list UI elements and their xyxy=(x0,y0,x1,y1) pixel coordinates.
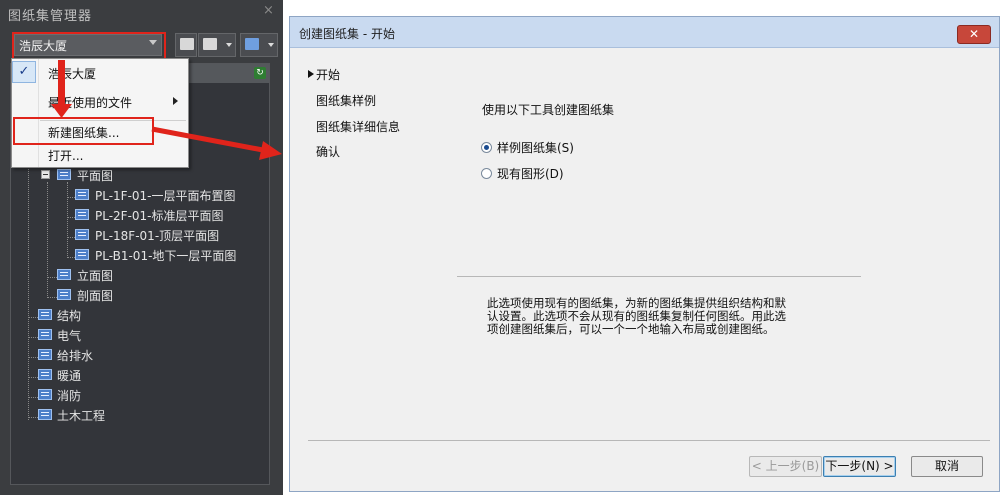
tree-sheet[interactable]: PL-2F-01-标准层平面图 xyxy=(75,206,265,224)
subset-icon xyxy=(38,389,52,400)
subset-icon xyxy=(38,329,52,340)
tree-node-label: 暖通 xyxy=(57,369,82,383)
step-confirm[interactable]: 确认 xyxy=(316,143,340,160)
tree-line xyxy=(47,182,48,298)
divider xyxy=(457,276,861,277)
option-label: 样例图纸集(S) xyxy=(497,141,574,155)
chevron-down-icon xyxy=(268,43,274,47)
publish-icon xyxy=(180,38,194,50)
current-step-pointer-icon xyxy=(308,70,314,78)
dialog-close-button[interactable]: ✕ xyxy=(957,25,991,44)
tree-node-label: 给排水 xyxy=(57,349,94,363)
tree-sheet[interactable]: PL-1F-01-一层平面布置图 xyxy=(75,186,265,204)
create-sheet-set-dialog: 创建图纸集 - 开始 ✕ 开始 图纸集样例 图纸集详细信息 确认 使用以下工具创… xyxy=(289,16,1000,492)
printer-icon xyxy=(203,38,217,50)
step-sheet-set-details[interactable]: 图纸集详细信息 xyxy=(316,118,400,135)
tree-node-plan[interactable]: 平面图 xyxy=(39,166,239,184)
tree-sheet-label: PL-2F-01-标准层平面图 xyxy=(95,209,224,223)
view-options-button[interactable] xyxy=(240,33,278,57)
subset-icon xyxy=(38,309,52,320)
description-line: 项创建图纸集后，可以一个一个地输入布局或创建图纸。 xyxy=(487,322,775,336)
submenu-arrow-icon xyxy=(173,97,178,105)
tree-node-label: 平面图 xyxy=(77,169,114,183)
menu-item-open[interactable]: 打开... xyxy=(12,143,188,165)
step-sheet-set-example[interactable]: 图纸集样例 xyxy=(316,92,376,109)
tree-view-icon xyxy=(245,38,259,50)
sheet-icon xyxy=(75,249,89,260)
plot-button[interactable] xyxy=(198,33,236,57)
tree-node-discipline[interactable]: 给排水 xyxy=(36,346,186,364)
divider xyxy=(308,440,990,441)
tree-node-discipline[interactable]: 结构 xyxy=(36,306,186,324)
palette-title: 图纸集管理器 xyxy=(8,9,93,24)
tree-sheet-label: PL-1F-01-一层平面布置图 xyxy=(95,189,236,203)
sheet-icon xyxy=(75,189,89,200)
tree-node-label: 消防 xyxy=(57,389,82,403)
tree-node-label: 土木工程 xyxy=(57,409,106,423)
tree-node-label: 结构 xyxy=(57,309,82,323)
menu-item-label: 打开... xyxy=(48,149,84,163)
step-begin[interactable]: 开始 xyxy=(316,66,340,83)
tree-node-section[interactable]: 剖面图 xyxy=(55,286,205,304)
combo-highlight-box xyxy=(12,32,166,60)
tree-node-discipline[interactable]: 电气 xyxy=(36,326,186,344)
option-description: 此选项使用现有的图纸集，为新的图纸集提供组织结构和默 认设置。此选项不会从现有的… xyxy=(487,297,827,336)
dialog-heading: 使用以下工具创建图纸集 xyxy=(482,103,615,117)
back-button[interactable]: < 上一步(B) xyxy=(749,456,822,477)
dialog-titlebar: 创建图纸集 - 开始 ✕ xyxy=(290,17,999,48)
publish-button[interactable] xyxy=(175,33,197,57)
new-sheet-set-highlight-box xyxy=(13,117,154,145)
option-sample-sheet-set[interactable]: 样例图纸集(S) xyxy=(480,139,680,157)
menu-item-label: 浩辰大厦 xyxy=(48,67,97,81)
tree-sheet[interactable]: PL-B1-01-地下一层平面图 xyxy=(75,246,265,264)
subset-icon xyxy=(38,369,52,380)
tree-node-discipline[interactable]: 暖通 xyxy=(36,366,186,384)
tree-node-label: 立面图 xyxy=(77,269,114,283)
palette-close-icon[interactable]: × xyxy=(263,3,274,18)
tree-node-discipline[interactable]: 消防 xyxy=(36,386,186,404)
sheet-set-context-menu: ✓ 浩辰大厦 最近使用的文件 新建图纸集... 打开... xyxy=(11,58,189,168)
tree-node-label: 电气 xyxy=(57,329,82,343)
tree-node-discipline[interactable]: 土木工程 xyxy=(36,406,186,424)
option-label: 现有图形(D) xyxy=(497,167,564,181)
subset-icon xyxy=(38,349,52,360)
menu-item-label: 最近使用的文件 xyxy=(48,96,133,110)
radio-selected-icon[interactable] xyxy=(481,142,492,153)
tree-node-label: 剖面图 xyxy=(77,289,114,303)
checkmark-icon: ✓ xyxy=(12,61,36,83)
chevron-down-icon xyxy=(226,43,232,47)
subset-icon xyxy=(57,289,71,300)
menu-item-recent-files[interactable]: 最近使用的文件 xyxy=(12,90,188,112)
refresh-icon[interactable]: ↻ xyxy=(254,67,266,79)
menu-item-current-set[interactable]: ✓ 浩辰大厦 xyxy=(12,61,188,83)
subset-icon xyxy=(38,409,52,420)
subset-icon xyxy=(57,269,71,280)
cancel-button[interactable]: 取消 xyxy=(911,456,983,477)
tree-sheet-label: PL-B1-01-地下一层平面图 xyxy=(95,249,237,263)
sheet-icon xyxy=(75,229,89,240)
option-existing-drawings[interactable]: 现有图形(D) xyxy=(480,165,680,183)
collapse-icon[interactable] xyxy=(41,170,50,179)
tree-line xyxy=(67,182,68,256)
dialog-title: 创建图纸集 - 开始 xyxy=(299,27,395,41)
tree-sheet[interactable]: PL-18F-01-顶层平面图 xyxy=(75,226,265,244)
next-button[interactable]: 下一步(N) > xyxy=(823,456,896,477)
tree-node-elevation[interactable]: 立面图 xyxy=(55,266,205,284)
radio-empty-icon[interactable] xyxy=(481,168,492,179)
sheet-set-manager-palette: 图纸集管理器 × 浩辰大厦 ↻ 平面图 PL-1F-01-一层平面布置图 PL-… xyxy=(0,0,283,495)
subset-icon xyxy=(57,169,71,180)
sheet-icon xyxy=(75,209,89,220)
tree-sheet-label: PL-18F-01-顶层平面图 xyxy=(95,229,220,243)
